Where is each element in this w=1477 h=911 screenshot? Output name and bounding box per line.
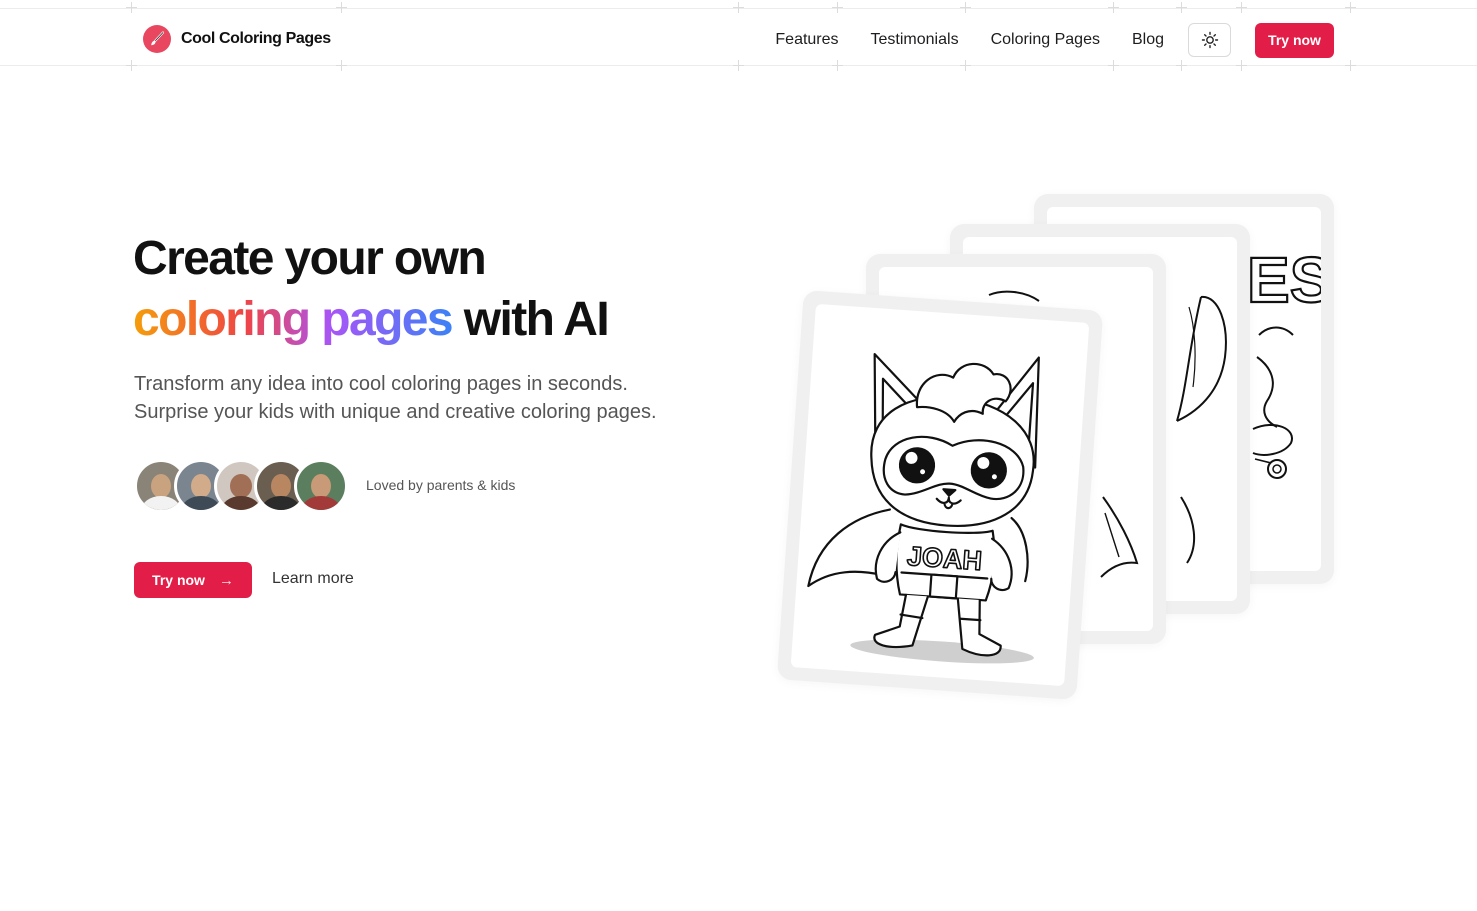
brand-name: Cool Coloring Pages — [181, 30, 331, 47]
hero-subtitle-line2: Surprise your kids with unique and creat… — [134, 401, 657, 423]
shirt-name-text: JOAH — [906, 541, 983, 576]
grid-cross-decoration — [733, 2, 744, 13]
nav-blog[interactable]: Blog — [1132, 22, 1164, 58]
superhero-cat-illustration: JOAH — [807, 352, 1040, 664]
nav-coloring-pages[interactable]: Coloring Pages — [991, 22, 1100, 58]
coloring-page-preview: JOAH — [790, 303, 1090, 687]
arrow-right-icon: → — [218, 571, 234, 589]
grid-cross-decoration — [960, 2, 971, 13]
hero-subtitle: Transform any idea into cool coloring pa… — [134, 370, 734, 426]
brand-logo[interactable]: Cool Coloring Pages — [143, 25, 331, 53]
grid-cross-decoration — [126, 2, 137, 13]
grid-cross-decoration — [336, 60, 347, 71]
coloring-page-card-front: JOAH — [776, 290, 1104, 700]
grid-cross-decoration — [1345, 60, 1356, 71]
avatar — [294, 459, 348, 513]
site-header: Cool Coloring Pages Features Testimonial… — [0, 2, 1477, 71]
nav-testimonials[interactable]: Testimonials — [871, 22, 959, 58]
grid-cross-decoration — [336, 2, 347, 13]
grid-cross-decoration — [832, 2, 843, 13]
hero-try-now-label: Try now — [152, 572, 205, 588]
grid-cross-decoration — [1236, 60, 1247, 71]
learn-more-link[interactable]: Learn more — [272, 570, 354, 588]
hero-title-line1: Create your own — [133, 232, 487, 285]
avatar-group — [134, 459, 348, 513]
card-fragment-text: ES — [1247, 244, 1321, 316]
hero-title: Create your own coloring pages with AI — [133, 228, 610, 350]
grid-cross-decoration — [1108, 60, 1119, 71]
hero-subtitle-line1: Transform any idea into cool coloring pa… — [134, 373, 628, 395]
grid-cross-decoration — [1345, 2, 1356, 13]
grid-cross-decoration — [1108, 2, 1119, 13]
hero-title-gradient: coloring pages — [133, 293, 454, 346]
hero-try-now-button[interactable]: Try now → — [134, 562, 252, 598]
grid-cross-decoration — [126, 60, 137, 71]
grid-cross-decoration — [733, 60, 744, 71]
grid-cross-decoration — [960, 60, 971, 71]
header-try-now-button[interactable]: Try now — [1255, 22, 1334, 58]
paintbrush-icon — [143, 25, 171, 53]
grid-cross-decoration — [832, 60, 843, 71]
hero-title-rest: with AI — [452, 293, 610, 346]
theme-toggle-button[interactable] — [1188, 23, 1231, 57]
grid-cross-decoration — [1176, 60, 1187, 71]
nav-features[interactable]: Features — [775, 22, 838, 58]
main-nav: Features Testimonials Coloring Pages Blo… — [775, 22, 1334, 58]
grid-cross-decoration — [1176, 2, 1187, 13]
sun-icon — [1201, 31, 1218, 49]
grid-cross-decoration — [1236, 2, 1247, 13]
social-proof-text: Loved by parents & kids — [366, 477, 516, 493]
